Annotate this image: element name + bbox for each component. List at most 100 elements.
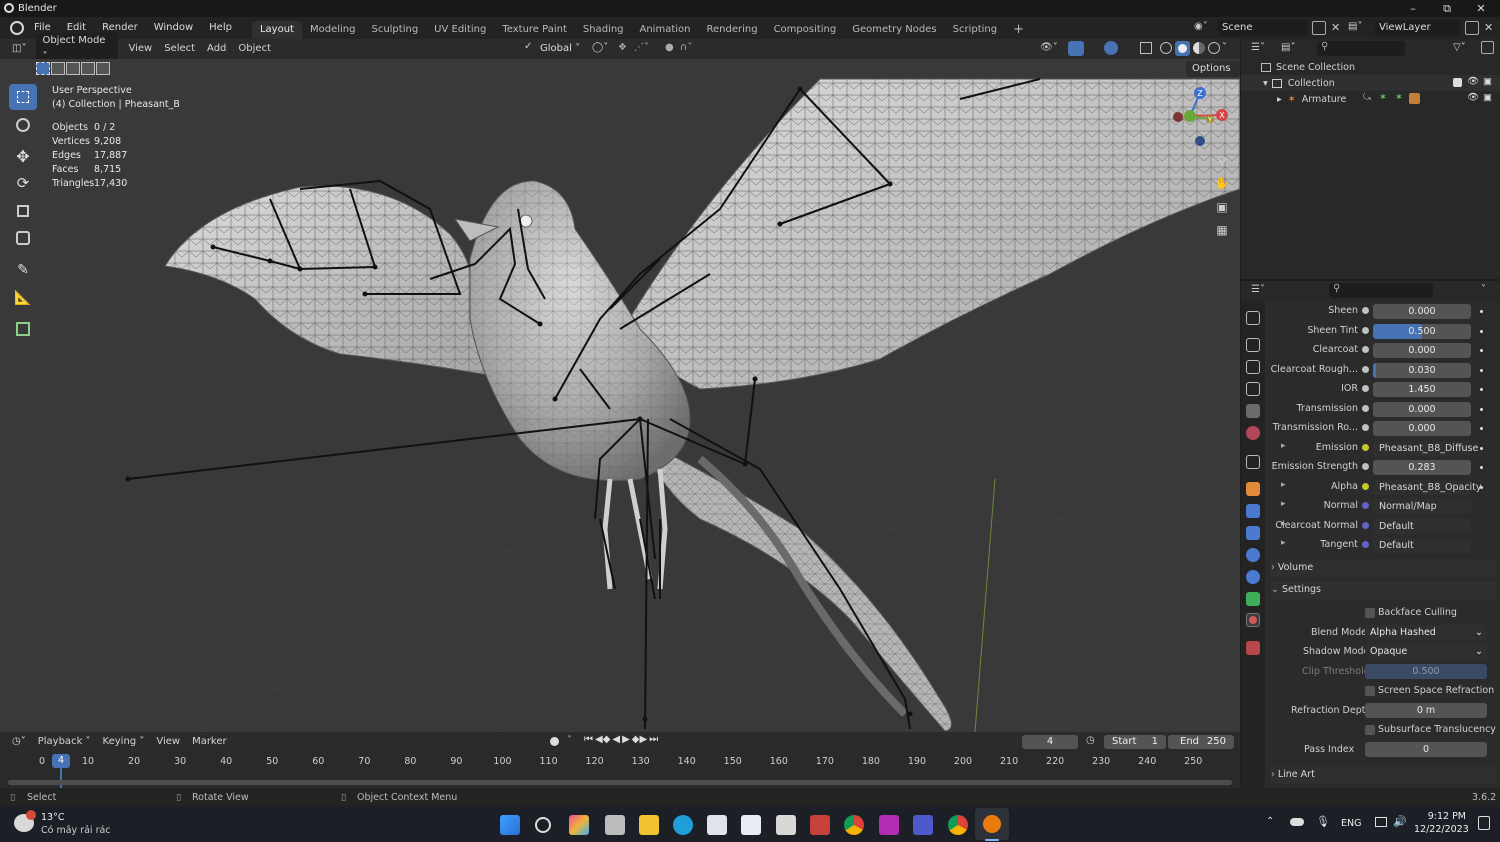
scene-type-icon[interactable]: ◉˅ [1194, 21, 1216, 35]
ortho-grid-icon[interactable]: ▦ [1211, 220, 1233, 240]
view-layer-icon[interactable]: ▤˅ [1348, 21, 1362, 32]
office-icon[interactable] [776, 815, 796, 835]
close-button[interactable]: ✕ [1464, 0, 1498, 17]
copilot-icon[interactable] [569, 815, 589, 835]
keyframe-dot-icon[interactable] [1480, 388, 1483, 391]
backface-culling-checkbox[interactable] [1365, 608, 1375, 618]
gizmo-toggle-icon[interactable] [1068, 41, 1084, 56]
scene-selector[interactable]: Scene [1218, 20, 1308, 36]
xray-icon[interactable] [1140, 42, 1152, 54]
collection-tab-icon[interactable] [1246, 455, 1260, 469]
rotate-tool[interactable]: ⟳ [9, 170, 37, 196]
property-field[interactable]: 0.500 [1373, 323, 1471, 339]
constraints-tab-icon[interactable] [1246, 570, 1260, 584]
subsurface-translucency-checkbox[interactable] [1365, 725, 1375, 735]
menu-keying[interactable]: Keying ˅ [97, 733, 151, 751]
select-subtract-icon[interactable] [66, 62, 80, 75]
outliner-row-collection[interactable]: ▾ Collection 👁 ▣ [1241, 75, 1500, 91]
select-box-tool[interactable] [9, 84, 37, 110]
keyframe-dot-icon[interactable] [1480, 466, 1483, 469]
volume-panel-header[interactable]: › Volume [1271, 559, 1496, 577]
property-field[interactable]: 1.450 [1373, 382, 1471, 397]
property-field[interactable]: Default [1373, 518, 1471, 534]
jump-keyframe-back-icon[interactable]: ◀◆ [595, 734, 610, 745]
tab-geometry-nodes[interactable]: Geometry Nodes [844, 21, 944, 39]
keyframe-dot-icon[interactable] [1480, 349, 1483, 352]
menu-view[interactable]: View [122, 40, 158, 58]
playhead-frame-badge[interactable]: 4 [52, 754, 70, 768]
tab-scripting[interactable]: Scripting [945, 21, 1005, 39]
blender-taskbar-button[interactable] [975, 808, 1009, 840]
current-frame-field[interactable]: 4 [1022, 735, 1078, 749]
delete-scene-icon[interactable]: ✕ [1331, 21, 1340, 34]
clock-time[interactable]: 9:12 PM [1420, 811, 1466, 822]
delete-view-layer-icon[interactable]: ✕ [1484, 21, 1493, 34]
outliner-row-scene-collection[interactable]: Scene Collection [1241, 59, 1500, 75]
app-icon[interactable] [810, 815, 830, 835]
keyframe-dot-icon[interactable] [1480, 368, 1483, 372]
tab-animation[interactable]: Animation [632, 21, 699, 39]
3d-viewport[interactable]: ✥ ⟳ ✎ 📐 User Perspective (4) Collection … [0, 59, 1240, 732]
texture-tab-icon[interactable] [1246, 641, 1260, 655]
expand-icon[interactable]: ▸ [1281, 499, 1286, 509]
options-dropdown[interactable]: Options ˅ [1186, 61, 1240, 90]
menu-window[interactable]: Window [146, 17, 201, 39]
property-field[interactable]: Pheasant_B8_Diffuse [1373, 440, 1478, 456]
expand-icon[interactable]: ▸ [1281, 538, 1286, 548]
end-frame-field[interactable]: End 250 [1168, 735, 1234, 749]
transform-tool[interactable] [9, 225, 37, 251]
minimize-button[interactable]: – [1396, 0, 1430, 17]
select-new-icon[interactable] [36, 62, 50, 75]
annotate-tool[interactable]: ✎ [9, 257, 37, 283]
clock-date[interactable]: 12/22/2023 [1414, 824, 1469, 835]
scale-tool[interactable] [9, 198, 37, 224]
add-workspace-icon[interactable]: + [1005, 21, 1032, 39]
property-field[interactable]: 0.000 [1373, 421, 1471, 436]
pivot-icon[interactable]: ◯˅ [592, 42, 608, 53]
tab-rendering[interactable]: Rendering [698, 21, 765, 39]
tab-compositing[interactable]: Compositing [766, 21, 845, 39]
zoom-icon[interactable]: ⚲ [1211, 151, 1233, 171]
menu-object[interactable]: Object [232, 40, 277, 58]
view-layer-tab-icon[interactable] [1246, 382, 1260, 396]
keying-set-icon[interactable]: ˅ [567, 735, 572, 746]
output-tab-icon[interactable] [1246, 360, 1260, 374]
use-preview-range-icon[interactable]: ◷ [1086, 735, 1095, 746]
camera-icon[interactable]: ▣ [1483, 76, 1492, 87]
camera-view-icon[interactable]: ▣ [1211, 197, 1233, 217]
property-field[interactable]: Pheasant_B8_Opacity [1373, 479, 1482, 495]
property-field[interactable]: Default [1373, 538, 1471, 553]
camera-icon[interactable]: ▣ [1483, 92, 1492, 103]
search-icon[interactable] [535, 817, 551, 833]
socket-icon[interactable] [1362, 365, 1369, 373]
auto-key-icon[interactable] [550, 737, 559, 746]
socket-icon[interactable] [1362, 346, 1369, 353]
properties-options-icon[interactable]: ˅ [1481, 284, 1486, 295]
volume-icon[interactable]: 🔊 [1393, 815, 1407, 828]
rendered-shading-icon[interactable] [1208, 42, 1220, 54]
filter-icon[interactable]: ▽˅ [1453, 42, 1466, 53]
outliner-row-armature[interactable]: ▸ ✶ Armature ⤿ ✶ ✶ 👁 ▣ [1241, 91, 1500, 107]
wireframe-shading-icon[interactable] [1160, 42, 1172, 54]
teams-icon[interactable] [913, 815, 933, 835]
keyframe-dot-icon[interactable] [1480, 427, 1483, 430]
material-shading-icon[interactable] [1193, 42, 1205, 54]
move-tool[interactable]: ✥ [9, 143, 37, 169]
eye-icon[interactable]: 👁 [1467, 92, 1479, 103]
shading-options-icon[interactable]: ˅ [1222, 42, 1227, 53]
object-tab-icon[interactable] [1246, 482, 1260, 496]
task-view-icon[interactable] [605, 815, 625, 835]
overlays-icon[interactable] [1104, 41, 1118, 55]
keyframe-dot-icon[interactable] [1480, 485, 1483, 489]
socket-icon[interactable] [1362, 502, 1369, 509]
modifier-tab-icon[interactable] [1246, 504, 1260, 518]
socket-icon[interactable] [1362, 482, 1369, 490]
weather-temp[interactable]: 13°C [41, 812, 64, 823]
menu-timeline-view[interactable]: View [150, 733, 186, 751]
select-intersect-icon[interactable] [96, 62, 110, 75]
orientation-dropdown[interactable]: Global ˅ [540, 41, 580, 57]
affinity-icon[interactable] [879, 815, 899, 835]
socket-icon[interactable] [1362, 307, 1369, 314]
cursor-tool[interactable] [9, 112, 37, 138]
snap-icon[interactable]: ❖ [618, 42, 627, 53]
